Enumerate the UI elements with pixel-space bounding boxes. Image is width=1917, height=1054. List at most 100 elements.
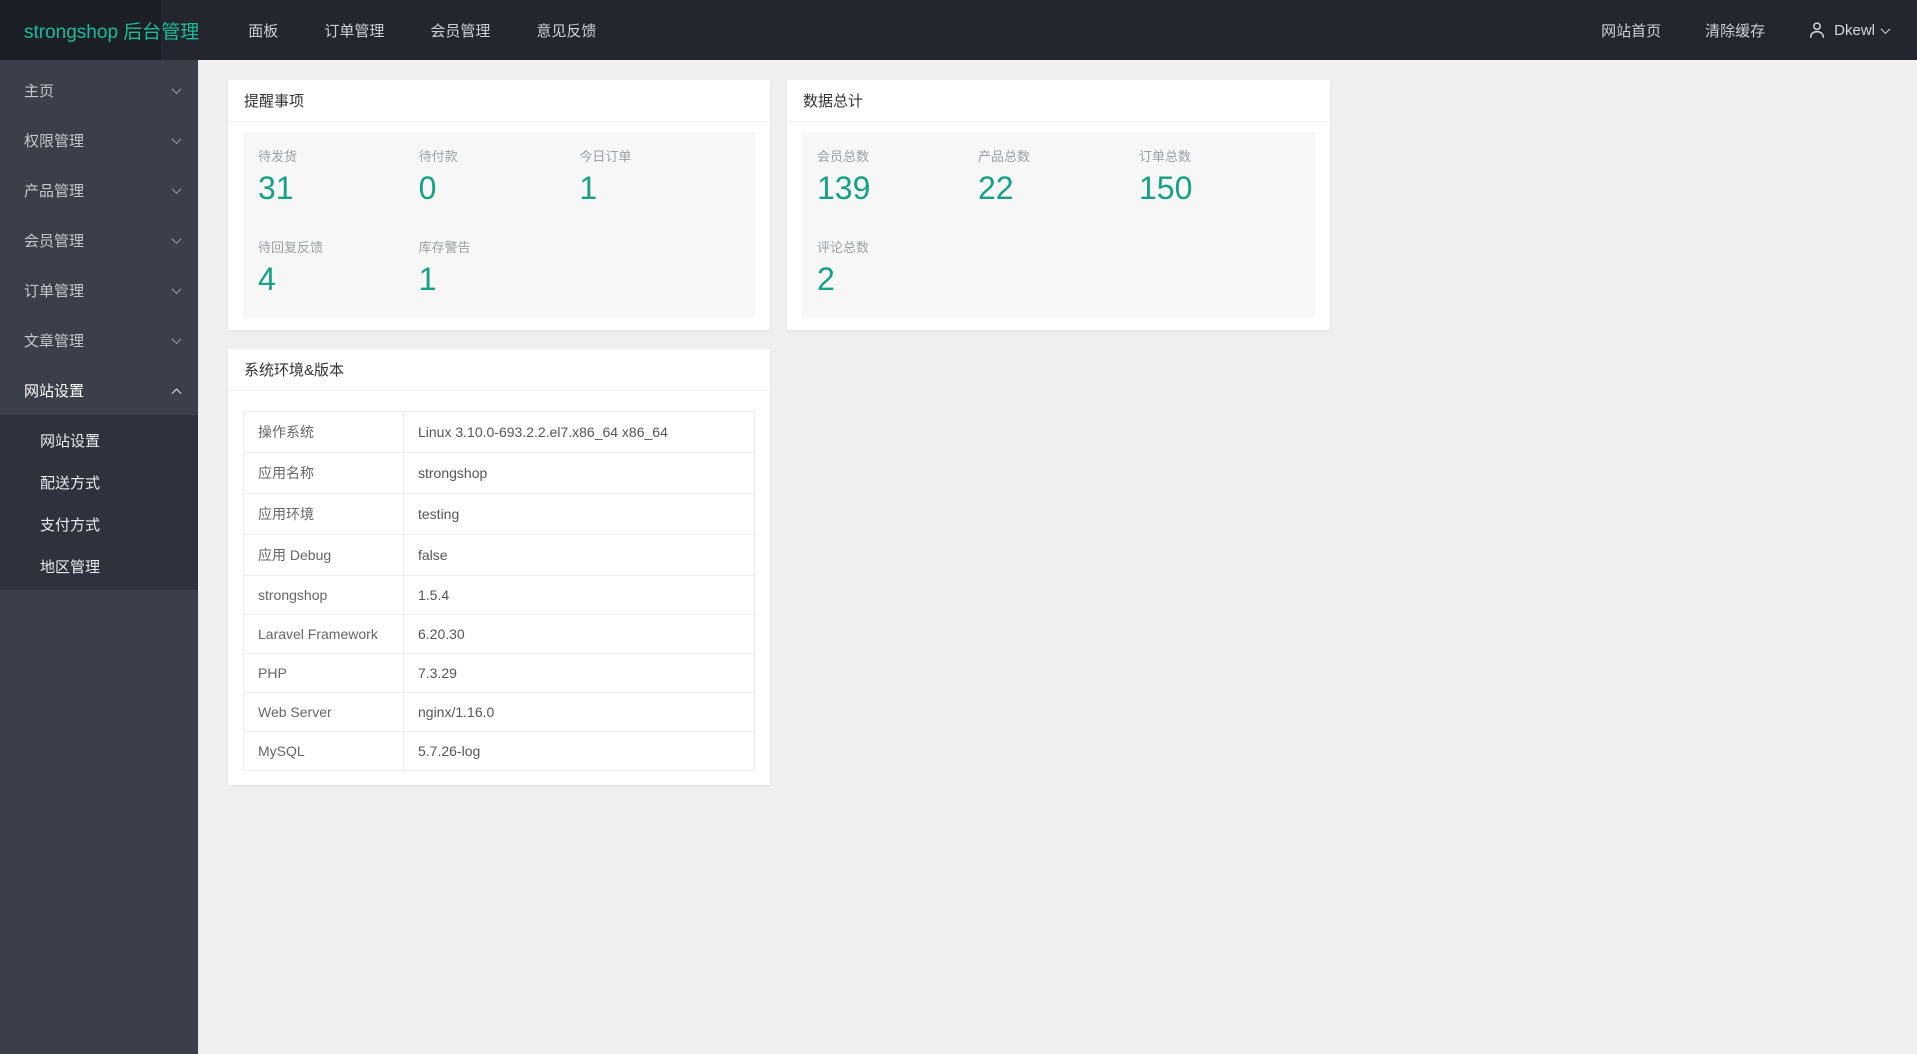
site-settings-submenu: 网站设置 配送方式 支付方式 地区管理 [0,415,198,590]
person-icon [1807,20,1827,40]
stat-label: 今日订单 [579,146,740,165]
table-cell-value: 6.20.30 [404,614,755,653]
username-label: Dkewl [1834,22,1875,39]
sidebar-item-permissions[interactable]: 权限管理 [0,115,198,165]
content-area: 提醒事项 待发货 31 待付款 0 [198,60,1917,1054]
table-row: strongshop 1.5.4 [244,575,755,614]
table-cell-key: strongshop [244,575,404,614]
chevron-down-icon [172,84,182,94]
navbar-right: 网站首页 清除缓存 Dkewl [1579,0,1889,60]
stat-label: 会员总数 [817,146,978,165]
chevron-up-icon [172,388,182,398]
submenu-item-shipping[interactable]: 配送方式 [0,461,198,503]
totals-card-title: 数据总计 [787,80,1330,122]
stat-total-orders: 订单总数 150 [1139,146,1300,207]
stat-value: 139 [817,170,978,207]
sidebar-item-label: 订单管理 [24,280,84,301]
table-cell-key: 应用名称 [244,452,404,493]
stat-label: 待发货 [258,146,419,165]
submenu-item-site-settings[interactable]: 网站设置 [0,419,198,461]
submenu-item-payment[interactable]: 支付方式 [0,503,198,545]
table-cell-key: PHP [244,653,404,692]
stat-label: 订单总数 [1139,146,1300,165]
sidebar-item-members[interactable]: 会员管理 [0,215,198,265]
chevron-down-icon [172,234,182,244]
sidebar-item-products[interactable]: 产品管理 [0,165,198,215]
admin-app: strongshop 后台管理 面板 订单管理 会员管理 意见反馈 网站首页 清… [0,0,1917,1054]
system-env-table: 操作系统 Linux 3.10.0-693.2.2.el7.x86_64 x86… [243,411,755,771]
table-cell-value: Linux 3.10.0-693.2.2.el7.x86_64 x86_64 [404,411,755,452]
chevron-down-icon [1881,24,1891,34]
clear-cache-link[interactable]: 清除缓存 [1683,0,1787,60]
system-env-card: 系统环境&版本 操作系统 Linux 3.10.0-693.2.2.el7.x8… [228,349,770,785]
table-cell-value: testing [404,493,755,534]
brand-logo[interactable]: strongshop 后台管理 [0,17,213,44]
reminders-card-title: 提醒事项 [228,80,770,122]
sidebar-item-home[interactable]: 主页 [0,65,198,115]
table-cell-key: MySQL [244,731,404,770]
sidebar-item-label: 主页 [24,80,54,101]
chevron-down-icon [172,134,182,144]
table-cell-value: strongshop [404,452,755,493]
reminders-card: 提醒事项 待发货 31 待付款 0 [228,80,770,330]
stat-value: 0 [419,170,580,207]
table-row: 应用 Debug false [244,534,755,575]
table-row: 操作系统 Linux 3.10.0-693.2.2.el7.x86_64 x86… [244,411,755,452]
top-navbar: strongshop 后台管理 面板 订单管理 会员管理 意见反馈 网站首页 清… [0,0,1917,60]
stat-total-comments: 评论总数 2 [817,237,978,298]
stat-label: 待付款 [419,146,580,165]
stat-label: 待回复反馈 [258,237,419,256]
user-dropdown[interactable]: Dkewl [1787,0,1889,60]
stat-value: 150 [1139,170,1300,207]
sidebar-item-site-settings[interactable]: 网站设置 [0,365,198,415]
table-cell-value: 1.5.4 [404,575,755,614]
system-env-card-title: 系统环境&版本 [228,349,770,391]
table-cell-key: 操作系统 [244,411,404,452]
stat-label: 评论总数 [817,237,978,256]
table-row: MySQL 5.7.26-log [244,731,755,770]
top-menu: 面板 订单管理 会员管理 意见反馈 [225,0,619,60]
table-row: Laravel Framework 6.20.30 [244,614,755,653]
table-cell-key: Web Server [244,692,404,731]
stat-label: 产品总数 [978,146,1139,165]
sidebar-item-label: 网站设置 [24,380,84,401]
stat-pending-payment: 待付款 0 [419,146,580,207]
stat-label: 库存警告 [419,237,580,256]
table-row: Web Server nginx/1.16.0 [244,692,755,731]
stat-value: 22 [978,170,1139,207]
top-menu-dashboard[interactable]: 面板 [225,0,301,60]
table-cell-value: false [404,534,755,575]
table-cell-key: Laravel Framework [244,614,404,653]
sidebar-item-label: 权限管理 [24,130,84,151]
stat-value: 4 [258,261,419,298]
sidebar-item-label: 文章管理 [24,330,84,351]
stat-stock-warning: 库存警告 1 [419,237,580,298]
table-row: 应用环境 testing [244,493,755,534]
table-cell-key: 应用 Debug [244,534,404,575]
totals-stats: 会员总数 139 产品总数 22 订单总数 150 [802,132,1315,318]
chevron-down-icon [172,334,182,344]
table-cell-key: 应用环境 [244,493,404,534]
stat-today-orders: 今日订单 1 [579,146,740,207]
top-menu-feedback[interactable]: 意见反馈 [513,0,619,60]
site-home-link[interactable]: 网站首页 [1579,0,1683,60]
chevron-down-icon [172,284,182,294]
stat-pending-shipment: 待发货 31 [258,146,419,207]
sidebar-item-orders[interactable]: 订单管理 [0,265,198,315]
stat-value: 31 [258,170,419,207]
sidebar-item-articles[interactable]: 文章管理 [0,315,198,365]
submenu-item-regions[interactable]: 地区管理 [0,545,198,587]
reminders-stats: 待发货 31 待付款 0 今日订单 1 [243,132,755,318]
stat-value: 1 [419,261,580,298]
sidebar-item-label: 会员管理 [24,230,84,251]
table-row: PHP 7.3.29 [244,653,755,692]
table-cell-value: nginx/1.16.0 [404,692,755,731]
sidebar-item-label: 产品管理 [24,180,84,201]
stat-total-products: 产品总数 22 [978,146,1139,207]
stat-value: 1 [579,170,740,207]
table-cell-value: 5.7.26-log [404,731,755,770]
chevron-down-icon [172,184,182,194]
top-menu-orders[interactable]: 订单管理 [301,0,407,60]
top-menu-members[interactable]: 会员管理 [407,0,513,60]
table-cell-value: 7.3.29 [404,653,755,692]
